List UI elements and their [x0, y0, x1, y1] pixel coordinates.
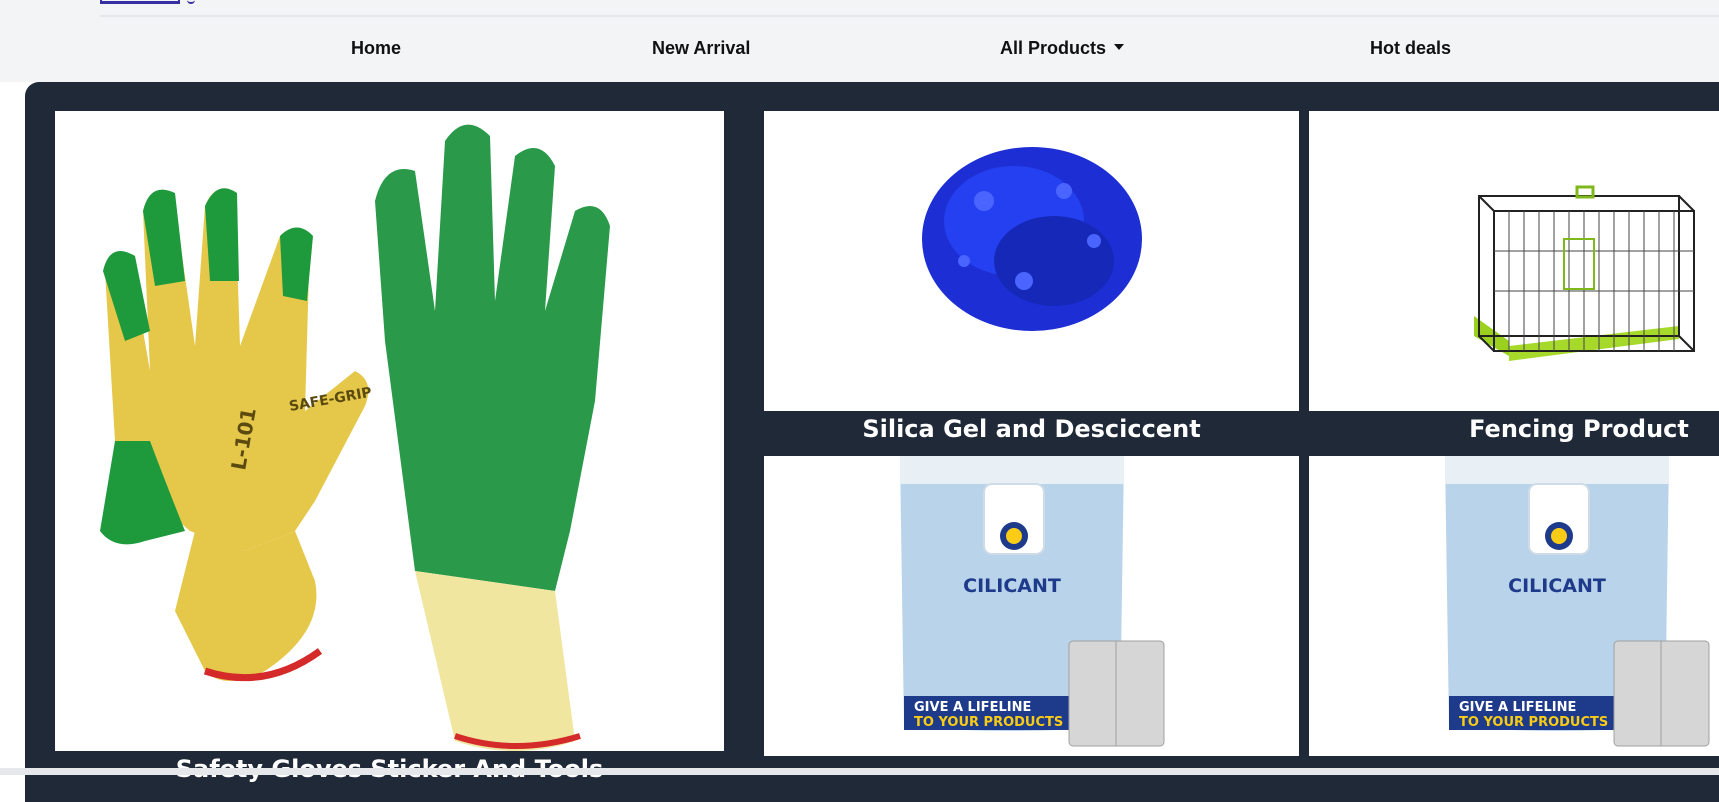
- pack-brand-text: CILICANT: [963, 575, 1061, 597]
- logo-mark: [187, 0, 195, 4]
- pack-tagline-2: TO YOUR PRODUCTS: [1459, 715, 1608, 730]
- nav-all-products[interactable]: All Products: [1000, 38, 1125, 59]
- cage-shape: [1474, 185, 1695, 361]
- right-glove-shape: [375, 124, 610, 751]
- product-card-fencing[interactable]: [1309, 111, 1719, 411]
- product-card-silica[interactable]: [764, 111, 1299, 411]
- left-glove-shape: SAFE-GRIP L-101: [100, 188, 373, 682]
- silica-gel-image: [922, 147, 1142, 331]
- nav-all-products-label: All Products: [1000, 38, 1107, 58]
- pack-tagline-1: GIVE A LIFELINE: [914, 700, 1031, 715]
- nav-hot-deals[interactable]: Hot deals: [1370, 38, 1451, 59]
- cage-image: [1474, 185, 1695, 361]
- product-card-gloves[interactable]: SAFE-GRIP L-101: [55, 111, 724, 751]
- pack-tagline-2: TO YOUR PRODUCTS: [914, 715, 1063, 730]
- logo[interactable]: [100, 0, 180, 4]
- cilicant-pack-image: CILICANT GIVE A LIFELINE TO YOUR PRODUCT…: [900, 456, 1165, 747]
- silica-crystals: [922, 147, 1142, 331]
- cilicant-pack-image: CILICANT GIVE A LIFELINE TO YOUR PRODUCT…: [1445, 456, 1710, 747]
- pack-brand-text: CILICANT: [1508, 575, 1606, 597]
- main-nav: Home New Arrival All Products Hot deals: [0, 38, 1719, 64]
- header-divider: [100, 15, 1719, 17]
- bottom-bar: [0, 768, 1719, 775]
- product-card-cilicant-1[interactable]: CILICANT GIVE A LIFELINE TO YOUR PRODUCT…: [764, 456, 1299, 756]
- nav-new-arrival[interactable]: New Arrival: [652, 38, 750, 59]
- product-title-fencing[interactable]: Fencing Product: [1309, 415, 1719, 443]
- product-card-cilicant-2[interactable]: CILICANT GIVE A LIFELINE TO YOUR PRODUCT…: [1309, 456, 1719, 756]
- nav-home[interactable]: Home: [351, 38, 401, 59]
- top-header: Home New Arrival All Products Hot deals: [0, 0, 1719, 82]
- product-title-silica[interactable]: Silica Gel and Desciccent: [764, 415, 1299, 443]
- chevron-down-icon: [1114, 44, 1125, 51]
- gloves-image: SAFE-GRIP L-101: [100, 124, 610, 751]
- pack-tagline-1: GIVE A LIFELINE: [1459, 700, 1576, 715]
